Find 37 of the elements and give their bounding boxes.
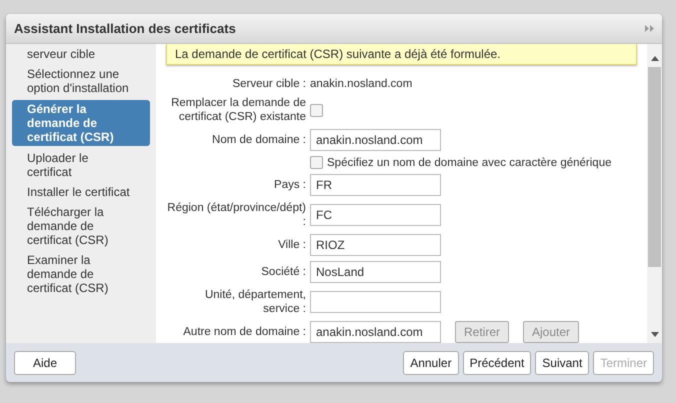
info-banner: La demande de certificat (CSR) suivante a déjà été formulée. bbox=[166, 44, 637, 65]
field-label: Autre nom de domaine : bbox=[182, 325, 306, 339]
scroll-up-icon[interactable] bbox=[650, 56, 658, 61]
input-field[interactable]: NosLand bbox=[310, 261, 441, 283]
field-label: Société : bbox=[260, 265, 306, 279]
field-label: Unité, département, service : bbox=[204, 288, 306, 316]
field-label: Ville : bbox=[277, 238, 306, 252]
field-label: Serveur cible : bbox=[231, 77, 306, 91]
checkbox[interactable] bbox=[310, 156, 323, 169]
field-value: anakin.nosland.com bbox=[310, 78, 412, 90]
sidebar-item[interactable]: Uploader le certificat bbox=[12, 150, 150, 180]
scroll-down-icon[interactable] bbox=[650, 332, 658, 337]
field-label: Région (état/province/dépt) : bbox=[166, 201, 306, 229]
input-field[interactable]: FC bbox=[310, 204, 441, 226]
checkbox-label: Spécifiez un nom de domaine avec caractère générique bbox=[327, 156, 612, 168]
sidebar-item[interactable]: Télécharger la demande de certificat (CSR) bbox=[12, 204, 150, 248]
input-field[interactable]: FR bbox=[310, 174, 441, 196]
input-field[interactable]: anakin.nosland.com bbox=[310, 321, 441, 343]
window-title: Assistant Installation des certificats bbox=[14, 21, 236, 36]
input-field[interactable]: anakin.nosland.com bbox=[310, 129, 441, 151]
scrollbar[interactable] bbox=[647, 44, 662, 343]
wizard-button[interactable]: Annuler bbox=[403, 350, 459, 374]
input-field[interactable] bbox=[310, 291, 441, 313]
sidebar-item[interactable]: Générer la demande de certificat (CSR) bbox=[12, 100, 150, 146]
checkbox[interactable] bbox=[310, 104, 323, 116]
wizard-button[interactable]: Suivant bbox=[535, 350, 590, 374]
sidebar-item[interactable]: Sélectionnez une option d'installation bbox=[12, 66, 150, 96]
field-label: Nom de domaine : bbox=[211, 133, 306, 147]
wizard-button[interactable]: Précédent bbox=[462, 350, 532, 374]
input-field[interactable]: RIOZ bbox=[310, 234, 441, 256]
field-label: Remplacer la demande de certificat (CSR) existante bbox=[170, 96, 306, 124]
sidebar-item[interactable]: Examiner la demande de certificat (CSR) bbox=[12, 252, 150, 296]
expand-icon[interactable] bbox=[645, 25, 654, 32]
sidebar-item[interactable]: serveur cible bbox=[12, 46, 150, 62]
sidebar-item[interactable]: Installer le certificat bbox=[12, 184, 150, 200]
field-label: Pays : bbox=[273, 178, 306, 192]
help-button[interactable]: Aide bbox=[14, 350, 76, 374]
